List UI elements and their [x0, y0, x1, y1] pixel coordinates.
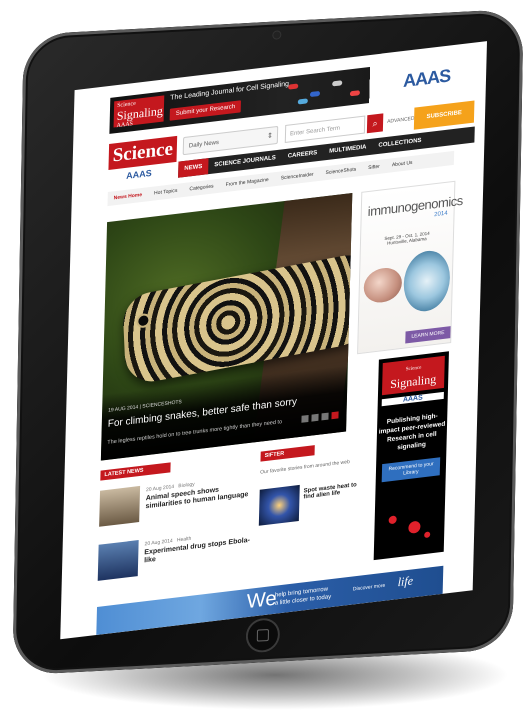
- chevron-updown-icon: ⇕: [267, 132, 274, 141]
- list-item[interactable]: 20 Aug 2014 Health Experimental drug sto…: [97, 527, 250, 583]
- ad-tagline: The Leading Journal for Cell Signaling: [170, 80, 290, 102]
- home-button[interactable]: [245, 617, 281, 654]
- subnav-scienceshots[interactable]: ScienceShots: [325, 163, 356, 181]
- search-button[interactable]: ⌕: [366, 113, 384, 134]
- nav-news[interactable]: NEWS: [178, 158, 209, 178]
- science-logo[interactable]: Science: [108, 135, 178, 171]
- nav-collections[interactable]: COLLECTIONS: [372, 132, 427, 155]
- pager-dot[interactable]: [321, 412, 329, 421]
- immuno-details: Sept. 29 - Oct. 1, 2014 Huntsville, Alab…: [377, 230, 437, 247]
- submit-research-button[interactable]: Submit your Research: [169, 100, 242, 121]
- tablet-bezel: Science Signaling AAAS The Leading Journ…: [12, 8, 524, 676]
- bottom-ad-tagline: help bring tomorrow a little closer to t…: [274, 586, 332, 607]
- red-cell-dot: [388, 515, 397, 525]
- learn-more-button[interactable]: LEARN MORE: [405, 326, 451, 344]
- aaas-small-logo: AAAS: [126, 167, 152, 181]
- immunogenomics-ad[interactable]: immunogenomics 2014 Sept. 29 - Oct. 1, 2…: [357, 180, 463, 355]
- news-thumbnail: [99, 485, 141, 527]
- bottom-ad-discover: Discover more: [352, 582, 386, 593]
- latest-news-header: LATEST NEWS: [100, 462, 171, 481]
- pager-dot[interactable]: [311, 413, 319, 422]
- subnav-about-us[interactable]: About Us: [392, 156, 413, 172]
- nav-careers[interactable]: CAREERS: [282, 144, 324, 165]
- science-signaling-ad[interactable]: Science Signaling AAAS Publishing high-i…: [373, 351, 449, 561]
- nav-multimedia[interactable]: MULTIMEDIA: [323, 139, 373, 161]
- immuno-title: immunogenomics: [367, 192, 463, 220]
- nav-science-journals[interactable]: SCIENCE JOURNALS: [208, 149, 282, 174]
- signaling-body: Publishing high-impact peer-reviewed Res…: [378, 412, 446, 452]
- subnav-scienceinsider[interactable]: ScienceInsider: [281, 168, 314, 186]
- aaas-logo: AAAS: [402, 65, 451, 92]
- search-input[interactable]: Enter Search Term: [284, 115, 366, 144]
- subnav-hot-topics[interactable]: Hot Topics: [154, 184, 178, 201]
- immuno-year: 2014: [434, 210, 448, 219]
- life-logo: life: [397, 573, 414, 590]
- science-signaling-logo: Science Signaling AAAS: [113, 95, 165, 129]
- sifter-header: SIFTER: [260, 445, 315, 462]
- hero-story[interactable]: 19 AUG 2014 | SCIENCESHOTS For climbing …: [100, 192, 353, 461]
- subnav-from-magazine[interactable]: From the Magazine: [225, 173, 269, 192]
- search-icon: ⌕: [372, 118, 378, 129]
- cell-image: [403, 248, 451, 314]
- dropdown-value: Daily News: [188, 139, 220, 150]
- subscribe-button[interactable]: SUBSCRIBE: [413, 100, 475, 130]
- list-item[interactable]: 20 Aug 2014 Biology Animal speech shows …: [99, 473, 250, 529]
- red-cell-dot: [424, 531, 431, 539]
- news-thumbnail: [97, 540, 139, 581]
- sifter-intro: Our favorite stories from around the web: [260, 458, 350, 476]
- pills-image: [280, 71, 371, 110]
- tablet-device: Science Signaling AAAS The Leading Journ…: [0, 0, 525, 719]
- recommend-button[interactable]: Recommend to your Library: [381, 457, 441, 483]
- pager-dot-active[interactable]: [331, 411, 339, 420]
- cell-image: [363, 265, 403, 305]
- advanced-search-link[interactable]: ADVANCED: [387, 116, 415, 125]
- sifter-thumbnail: [258, 484, 300, 526]
- front-camera: [273, 31, 281, 39]
- red-cell-dot: [408, 520, 421, 534]
- signaling-logo: Science Signaling: [381, 355, 445, 396]
- subnav-categories[interactable]: Categories: [189, 179, 214, 196]
- subnav-sifter[interactable]: Sifter: [368, 160, 380, 175]
- bottom-ad-we: We: [246, 587, 277, 614]
- subnav-news-home[interactable]: News Home: [114, 188, 143, 205]
- tablet-screen: Science Signaling AAAS The Leading Journ…: [60, 41, 488, 640]
- sifter-title[interactable]: Spot waste heat to find alien life: [303, 481, 363, 500]
- pager-dot[interactable]: [301, 414, 309, 423]
